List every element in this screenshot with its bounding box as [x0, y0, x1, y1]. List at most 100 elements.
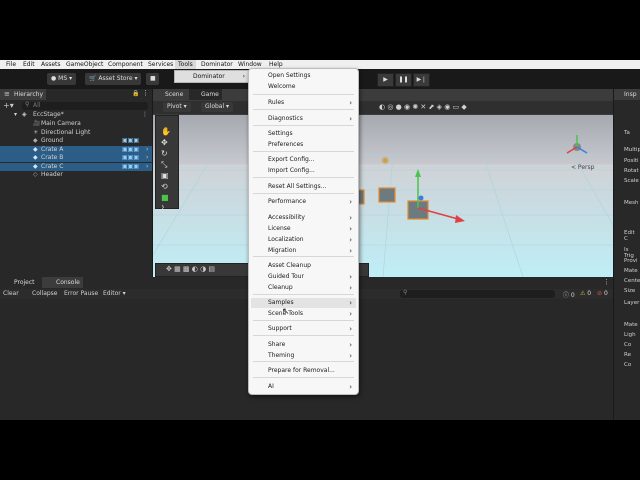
tab-game[interactable]: Game [189, 89, 222, 100]
pivot-dropdown[interactable]: Pivot ▾ [163, 102, 191, 112]
more-icon[interactable]: ⋮ [142, 89, 149, 97]
menu-item-label: Localization [268, 236, 304, 243]
account-label: MS [58, 75, 68, 82]
menu-item[interactable]: Theming › [251, 351, 356, 361]
asset-store-button[interactable]: 🛒 Asset Store ▾ [85, 73, 142, 85]
package-icon[interactable]: ■ [146, 73, 159, 85]
inspector-field-label: Multip [624, 147, 640, 153]
chevron-right-icon[interactable]: › [146, 146, 148, 154]
console-search-input[interactable]: ⚲ [400, 289, 555, 298]
menu-item-label: Preferences [268, 141, 304, 148]
gameobject-icon: ◆ [33, 162, 38, 170]
hierarchy-item[interactable]: ◆ Ground ▣▣▣ [0, 137, 152, 145]
menu-services[interactable]: Services [145, 60, 176, 69]
menu-item[interactable]: Welcome [251, 82, 356, 92]
menu-item-label: Samples [268, 299, 294, 306]
menu-item[interactable]: AI › [251, 382, 356, 392]
tools-submenu-dominator[interactable]: Dominator › [174, 70, 252, 83]
scene-root-row[interactable]: ▾ ◈ EccStage* ⋮ [0, 111, 152, 119]
menu-separator [253, 151, 354, 152]
hierarchy-item[interactable]: ◆ Crate A ▣▣▣ › [0, 145, 152, 154]
dominator-dropdown-menu: Open Settings Welcome Rules › Diagnostics › Se… [248, 68, 359, 395]
menu-component[interactable]: Component [105, 60, 146, 69]
hierarchy-item[interactable]: ◇ Header [0, 171, 152, 179]
hierarchy-item[interactable]: ◆ Crate B ▣▣▣ › [0, 154, 152, 162]
log-count[interactable]: ⓘ 0 [563, 290, 575, 299]
menu-item[interactable]: Performance › [251, 197, 356, 207]
warning-count-value: 0 [587, 290, 592, 297]
perspective-label[interactable]: < Persp [571, 164, 594, 171]
menu-item[interactable]: Localization › [251, 235, 356, 245]
inspector-panel: Insp Ta Multip Positi Rotat Scale Mesh Edit CI… [614, 89, 640, 420]
global-dropdown[interactable]: Global ▾ [201, 102, 234, 112]
step-button[interactable]: ▶❘ [413, 73, 430, 87]
menu-item[interactable]: Support › [251, 324, 356, 334]
menu-item[interactable]: Share › [251, 340, 356, 350]
transform-tool-icons[interactable]: ✋ ✥ ↻ ⤡ ▣ ⟲ ■ ⌇ [161, 126, 171, 214]
menu-item[interactable]: Prepare for Removal... [251, 366, 356, 376]
chevron-right-icon: › [349, 115, 352, 123]
menu-item[interactable]: Migration › [251, 246, 356, 256]
tab-console[interactable]: Console [42, 277, 83, 288]
menu-item[interactable]: Diagnostics › [251, 114, 356, 124]
error-pause-button[interactable]: Error Pause [64, 290, 98, 297]
add-icon[interactable]: +▾ [3, 101, 14, 110]
menu-gameobject[interactable]: GameObject [63, 60, 106, 69]
chevron-right-icon: › [349, 214, 352, 222]
menu-item[interactable]: Scene Tools › [251, 309, 356, 319]
pause-button[interactable]: ❚❚ [395, 73, 412, 87]
menu-item[interactable]: Rules › [251, 98, 356, 108]
hierarchy-search-input[interactable]: ⚲ All [22, 101, 148, 110]
inspector-field-label: Mate [624, 268, 638, 274]
account-button[interactable]: ● MS ▾ [47, 73, 77, 85]
scene-viewport[interactable]: ✺ < Persp ✋ ✥ ↻ ⤡ ▣ ⟲ ■ ⌇ ✥ ▦ ▩ ◐ ◑ ▤ [153, 115, 613, 277]
menu-item[interactable]: Accessibility › [251, 213, 356, 223]
hierarchy-item[interactable]: 🎥 Main Camera [0, 120, 152, 128]
menu-item[interactable]: Open Settings [251, 71, 356, 81]
tab-inspector[interactable]: Insp [614, 89, 640, 100]
more-icon[interactable]: ⋮ [142, 111, 148, 119]
inspector-field-label: Cente [624, 278, 640, 284]
collapse-button[interactable]: Collapse [32, 290, 58, 297]
menu-item-label: Asset Cleanup [268, 262, 311, 269]
menu-item[interactable]: Guided Tour › [251, 272, 356, 282]
menu-item[interactable]: Asset Cleanup [251, 261, 356, 271]
hierarchy-item[interactable]: ☀ Directional Light [0, 129, 152, 137]
menu-item[interactable]: License › [251, 224, 356, 234]
menu-item[interactable]: Preferences [251, 140, 356, 150]
menu-item-label: Welcome [268, 83, 296, 90]
hierarchy-item[interactable]: ◆ Crate C ▣▣▣ › [0, 162, 152, 171]
menu-assets[interactable]: Assets [38, 60, 64, 69]
hierarchy-item-label: Crate C [41, 162, 64, 170]
menu-item[interactable]: Export Config... [251, 155, 356, 165]
clear-button[interactable]: Clear [3, 290, 19, 297]
tab-project[interactable]: Project [0, 277, 38, 288]
menu-item[interactable]: Cleanup › [251, 283, 356, 293]
menu-item[interactable]: Reset All Settings... [251, 182, 356, 192]
menu-item[interactable]: Import Config... [251, 166, 356, 176]
chevron-right-icon[interactable]: › [146, 163, 148, 171]
menu-item[interactable]: Settings [251, 129, 356, 139]
gameobject-icon: 🎥 [33, 120, 41, 127]
view-options-icons[interactable]: ◐ ◎ ● ◉ ✺ ✕ ⬈ ◈ ◉ ▭ ◆ [379, 103, 467, 111]
play-button[interactable]: ▶ [377, 73, 394, 87]
warning-count[interactable]: ⚠ 0 [580, 290, 591, 297]
menu-item-label: Settings [268, 130, 293, 137]
gameobject-icon: ◇ [33, 171, 38, 178]
tab-scene[interactable]: Scene [153, 89, 187, 100]
menu-item-label: Migration [268, 247, 297, 254]
more-icon[interactable]: ⋮ [603, 278, 610, 286]
error-count[interactable]: ⊘ 0 [597, 290, 608, 297]
lock-icon[interactable]: 🔒 [132, 90, 139, 97]
chevron-right-icon: › [349, 225, 352, 233]
menu-file[interactable]: File [3, 60, 19, 69]
chevron-right-icon[interactable]: › [146, 154, 148, 162]
menu-dominator[interactable]: Dominator [198, 60, 236, 69]
menu-separator [253, 256, 354, 257]
component-badges-icon: ▣▣▣ [122, 137, 140, 144]
overlay-tool-icons[interactable]: ✥ ▦ ▩ ◐ ◑ ▤ [166, 265, 215, 273]
menu-item[interactable]: Samples › [251, 298, 356, 308]
menu-tools[interactable]: Tools [175, 60, 196, 69]
editor-dropdown[interactable]: Editor ▾ [103, 290, 126, 297]
menu-edit[interactable]: Edit [20, 60, 38, 69]
